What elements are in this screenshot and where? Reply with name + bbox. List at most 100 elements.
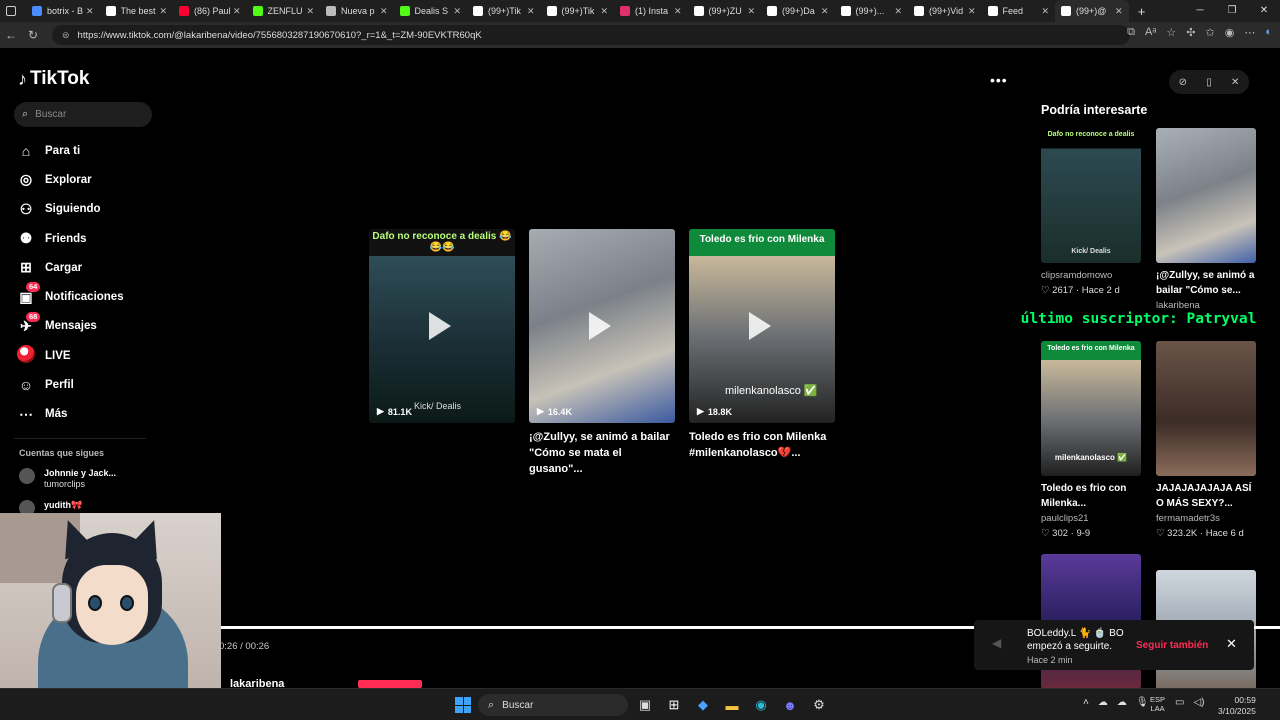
- close-tab-icon[interactable]: ✕: [1041, 6, 1049, 17]
- mic-icon[interactable]: 🎙: [1136, 697, 1149, 708]
- onedrive-icon[interactable]: ☁: [1098, 697, 1108, 708]
- suggested-thumbnail[interactable]: [1156, 128, 1256, 263]
- more-options-icon[interactable]: •••: [990, 72, 1008, 88]
- phone-icon[interactable]: ▯: [1206, 77, 1212, 88]
- sidebar-item-explorar[interactable]: ◎ Explorar: [16, 165, 156, 194]
- browser-tab[interactable]: (99+)Tik ✕: [541, 0, 615, 22]
- sidebar-item-perfil[interactable]: ☺ Perfil: [16, 370, 156, 399]
- browser-tab[interactable]: The best ✕: [100, 0, 174, 22]
- close-tab-icon[interactable]: ✕: [86, 6, 94, 17]
- network-icon[interactable]: ▭: [1175, 697, 1184, 708]
- close-tab-icon[interactable]: ✕: [527, 6, 535, 17]
- new-tab-button[interactable]: +: [1129, 0, 1155, 22]
- sidebar-item-m-s[interactable]: ⋯ Más: [16, 400, 156, 429]
- suggested-title[interactable]: JAJAJAJAJAJA ASÍ O MÁS SEXY?...: [1156, 481, 1256, 511]
- settings-more-icon[interactable]: ⋯: [1244, 26, 1255, 39]
- video-caption[interactable]: ¡@Zullyy, se animó a bailar "Cómo se mat…: [529, 429, 675, 477]
- read-aloud-icon[interactable]: Aᵃ: [1145, 26, 1156, 39]
- favorites-icon[interactable]: ✩: [1206, 26, 1215, 39]
- open-in-app-icon[interactable]: ⧉: [1127, 26, 1135, 39]
- tray-chevron-icon[interactable]: ˄: [1083, 697, 1089, 708]
- autoscroll-icon[interactable]: ⊘: [1179, 77, 1187, 88]
- suggested-user[interactable]: clipsramdomowo: [1041, 268, 1141, 283]
- maximize-icon[interactable]: ❐: [1216, 0, 1248, 22]
- close-tab-icon[interactable]: ✕: [600, 6, 608, 17]
- browser-tab[interactable]: (86) Paul ✕: [173, 0, 247, 22]
- task-view-icon[interactable]: ▣: [636, 696, 654, 714]
- browser-tab[interactable]: Dealis S ✕: [394, 0, 468, 22]
- edge-icon[interactable]: ◉: [752, 696, 770, 714]
- video-thumbnail[interactable]: ▶ 16.4K: [529, 229, 675, 423]
- browser-tab[interactable]: (99+)Tik ✕: [467, 0, 541, 22]
- search-input[interactable]: ⌕ Buscar: [14, 102, 152, 127]
- tiktok-logo[interactable]: ♪ TikTok: [18, 68, 89, 90]
- windows-start-icon[interactable]: [455, 697, 471, 713]
- cloud-icon[interactable]: ☁: [1117, 697, 1127, 708]
- following-item[interactable]: Johnnie y Jack... tumorclips: [19, 468, 116, 490]
- url-field[interactable]: ⊜ https://www.tiktok.com/@lakaribena/vid…: [52, 25, 1130, 45]
- minimize-icon[interactable]: ─: [1184, 0, 1216, 22]
- discord-icon[interactable]: ☻: [781, 696, 799, 714]
- browser-tab[interactable]: (99+)Vid ✕: [908, 0, 982, 22]
- video-caption[interactable]: Toledo es frio con Milenka #milenkanolas…: [689, 429, 835, 461]
- close-tab-icon[interactable]: ✕: [968, 6, 976, 17]
- video-author[interactable]: lakaribena: [230, 678, 284, 688]
- close-tab-icon[interactable]: ✕: [821, 6, 829, 17]
- copilot-icon[interactable]: ◐: [1265, 26, 1272, 39]
- follow-button[interactable]: [358, 680, 422, 688]
- sidebar-item-friends[interactable]: ⚉ Friends: [16, 224, 156, 253]
- close-tab-icon[interactable]: ✕: [1115, 6, 1123, 17]
- language-indicator[interactable]: ESP LAA: [1150, 695, 1165, 713]
- browser-tab[interactable]: Feed ✕: [982, 0, 1056, 22]
- close-tab-icon[interactable]: ✕: [894, 6, 902, 17]
- site-info-icon[interactable]: ⊜: [62, 30, 70, 41]
- browser-tab[interactable]: botrix - B ✕: [26, 0, 100, 22]
- mute-icon[interactable]: ◀: [992, 636, 1001, 650]
- store-icon[interactable]: ⊞: [665, 696, 683, 714]
- extensions-icon[interactable]: ✣: [1186, 26, 1195, 39]
- browser-tab[interactable]: (99+)ZU ✕: [688, 0, 762, 22]
- close-tab-icon[interactable]: ✕: [159, 6, 167, 17]
- browser-tab[interactable]: Nueva p ✕: [320, 0, 394, 22]
- close-tab-icon[interactable]: ✕: [453, 6, 461, 17]
- sidebar-item-mensajes[interactable]: ✈ Mensajes 68: [16, 311, 156, 341]
- suggested-thumbnail[interactable]: Toledo es frio con Milenka milenkanolasc…: [1041, 341, 1141, 476]
- follow-back-button[interactable]: Seguir también: [1136, 640, 1208, 651]
- suggested-title[interactable]: Toledo es frio con Milenka...: [1041, 481, 1141, 511]
- close-icon[interactable]: ✕: [1226, 636, 1237, 652]
- profile-avatar-icon[interactable]: ◉: [1225, 26, 1235, 39]
- file-explorer-icon[interactable]: ▬: [723, 696, 741, 714]
- close-tab-icon[interactable]: ✕: [306, 6, 314, 17]
- copilot-app-icon[interactable]: ◆: [694, 696, 712, 714]
- close-tab-icon[interactable]: ✕: [380, 6, 388, 17]
- browser-tab[interactable]: (99+)Da ✕: [761, 0, 835, 22]
- back-icon[interactable]: ←: [0, 28, 22, 42]
- suggested-user[interactable]: fermamadetr3s: [1156, 511, 1256, 526]
- browser-tab[interactable]: (99+)... ✕: [835, 0, 909, 22]
- browser-tab[interactable]: ZENFLUE✕: [247, 0, 321, 22]
- close-video-icon[interactable]: ✕: [1231, 77, 1239, 88]
- sidebar-item-para-ti[interactable]: ⌂ Para ti: [16, 136, 156, 165]
- suggested-thumbnail[interactable]: [1156, 341, 1256, 476]
- close-window-icon[interactable]: ✕: [1248, 0, 1280, 22]
- video-thumbnail[interactable]: Dafo no reconoce a dealis 😂😂😂 Kick/ Deal…: [369, 229, 515, 423]
- sidebar-item-notificaciones[interactable]: ▣ Notificaciones 64: [16, 282, 156, 311]
- reload-icon[interactable]: ↻: [22, 28, 44, 42]
- sidebar-item-cargar[interactable]: ⊞ Cargar: [16, 253, 156, 282]
- sidebar-item-live[interactable]: LIVE: [16, 341, 156, 370]
- system-clock[interactable]: 00:59 3/10/2025: [1218, 695, 1256, 717]
- suggested-title[interactable]: ¡@Zullyy, se animó a bailar "Cómo se...: [1156, 268, 1256, 298]
- close-tab-icon[interactable]: ✕: [747, 6, 755, 17]
- close-tab-icon[interactable]: ✕: [674, 6, 682, 17]
- video-thumbnail[interactable]: Toledo es frio con Milenka milenkanolasc…: [689, 229, 835, 423]
- obs-icon[interactable]: ⚙: [810, 696, 828, 714]
- favorite-star-icon[interactable]: ☆: [1166, 26, 1176, 39]
- tab-actions-button[interactable]: [0, 0, 26, 22]
- suggested-user[interactable]: paulclips21: [1041, 511, 1141, 526]
- taskbar-search[interactable]: ⌕ Buscar: [478, 694, 628, 716]
- browser-tab[interactable]: (1) Insta ✕: [614, 0, 688, 22]
- suggested-thumbnail[interactable]: Dafo no reconoce a dealis Kick/ Dealis: [1041, 128, 1141, 263]
- close-tab-icon[interactable]: ✕: [233, 6, 241, 17]
- volume-icon[interactable]: ◁): [1193, 697, 1204, 708]
- sidebar-item-siguiendo[interactable]: ⚇ Siguiendo: [16, 195, 156, 224]
